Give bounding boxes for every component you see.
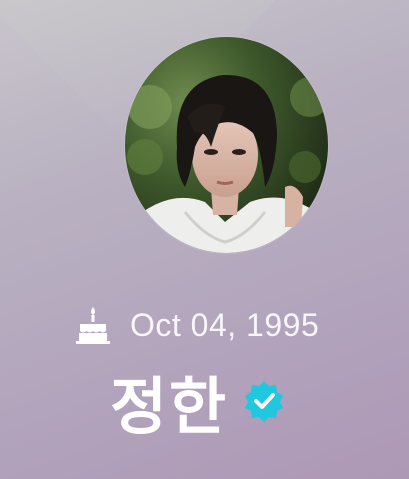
birthday-text: Oct 04, 1995 — [130, 306, 320, 343]
profile-screen: Oct 04, 1995 정한 — [0, 0, 409, 479]
display-name: 정한 — [110, 370, 229, 443]
birthday-row: Oct 04, 1995 — [76, 303, 319, 347]
avatar[interactable] — [125, 37, 328, 253]
name-row: 정한 — [110, 356, 286, 446]
profile-photo — [125, 37, 328, 253]
cake-icon — [76, 305, 110, 345]
verified-badge-icon — [242, 379, 286, 423]
